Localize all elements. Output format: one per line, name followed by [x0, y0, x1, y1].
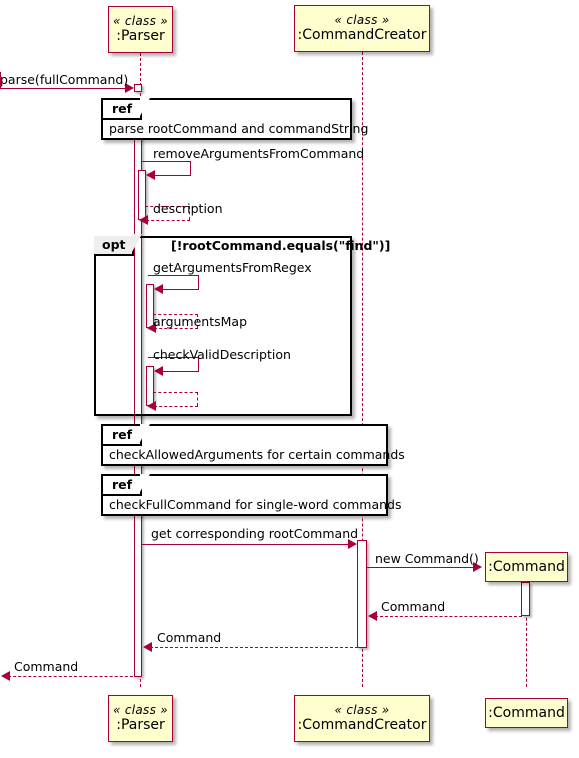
activation-parser-nested-remove: [138, 170, 146, 220]
participant-commandcreator-top[interactable]: « class » :CommandCreator: [294, 5, 430, 52]
activation-command: [521, 582, 530, 616]
message-label-command-return-creator: Command: [381, 599, 446, 614]
message-line-removearguments-back: [152, 175, 191, 176]
message-line-removearguments-out: [141, 161, 191, 162]
message-line-command-return-creator: [375, 616, 522, 617]
message-label-removearguments: removeArgumentsFromCommand: [153, 146, 365, 161]
message-arrowhead-checkvaliddesc-return: [147, 401, 156, 411]
participant-name: :Command: [488, 704, 565, 721]
fragment-opt-condition: [!rootCommand.equals("find")]: [171, 238, 391, 253]
message-line-checkvaliddesc-back: [160, 371, 199, 372]
message-label-description: description: [153, 201, 223, 216]
message-label-command-return-parser: Command: [157, 630, 222, 645]
message-label-new-command: new Command(): [375, 551, 479, 566]
participant-name: :Parser: [116, 28, 165, 45]
message-line-checkvaliddesc-return-back: [154, 406, 198, 407]
ref-body-text: parse rootCommand and commandString: [109, 121, 369, 136]
message-line-get-rootcommand: [142, 544, 349, 545]
fragment-opt-tab-label: opt: [94, 234, 141, 256]
message-arrowhead-getargsregex: [154, 284, 163, 294]
participant-stereotype: « class »: [334, 702, 390, 717]
participant-parser-top[interactable]: « class » :Parser: [108, 6, 173, 53]
message-label-parse-fullcommand: parse(fullCommand): [0, 72, 129, 87]
message-line-command-return-parser: [150, 647, 358, 648]
ref-tab-label: ref: [103, 98, 151, 120]
ref-tab-label: ref: [103, 474, 151, 496]
message-label-checkvaliddesc: checkValidDescription: [153, 347, 291, 362]
message-line-checkvaliddesc-return-down: [197, 392, 198, 406]
message-line-command-return-boundary: [8, 676, 138, 677]
participant-name: :Command: [488, 558, 565, 575]
message-line-removearguments-down: [190, 161, 191, 175]
participant-stereotype: « class »: [334, 12, 390, 27]
message-label-get-rootcommand: get corresponding rootCommand: [151, 526, 359, 541]
message-line-getargsregex-back: [160, 289, 199, 290]
message-arrowhead-command-return-boundary: [1, 671, 10, 681]
participant-commandcreator-bottom[interactable]: « class » :CommandCreator: [294, 695, 430, 742]
message-line-new-command: [367, 567, 474, 568]
participant-parser-bottom[interactable]: « class » :Parser: [108, 695, 173, 742]
sequence-diagram-canvas: « class » :Parser « class » :CommandCrea…: [0, 0, 579, 758]
participant-name: :CommandCreator: [297, 27, 427, 44]
ref-body-text: checkAllowedArguments for certain comman…: [109, 447, 405, 462]
message-label-argumentsmap: argumentsMap: [153, 314, 248, 329]
participant-name: :CommandCreator: [297, 717, 427, 734]
ref-tab-label: ref: [103, 424, 151, 446]
participant-command-bottom[interactable]: :Command: [485, 698, 568, 728]
activation-parser-main: [134, 84, 142, 92]
message-arrowhead-command-return-parser: [143, 642, 152, 652]
participant-command-created[interactable]: :Command: [485, 552, 568, 582]
ref-body-text: checkFullCommand for single-word command…: [109, 497, 402, 512]
message-line-description-back: [146, 220, 190, 221]
ref-block-parse-rootcommand[interactable]: ref parse rootCommand and commandString: [101, 98, 368, 140]
message-line-getargsregex-out: [148, 275, 199, 276]
message-arrowhead-description: [139, 215, 148, 225]
ref-block-checkfullcommand[interactable]: ref checkFullCommand for single-word com…: [101, 474, 401, 516]
message-line-checkvaliddesc-return-out: [153, 392, 198, 393]
activation-commandcreator: [357, 540, 367, 648]
message-line-getargsregex-down: [198, 275, 199, 289]
participant-stereotype: « class »: [113, 702, 168, 717]
ref-block-checkallowedarguments[interactable]: ref checkAllowedArguments for certain co…: [101, 424, 405, 466]
message-label-command-return-boundary: Command: [14, 659, 79, 674]
participant-name: :Parser: [116, 717, 165, 734]
message-arrowhead-checkvaliddesc: [154, 366, 163, 376]
found-message-origin: [0, 72, 1, 89]
message-label-getargsregex: getArgumentsFromRegex: [153, 260, 312, 275]
message-line-parse-fullcommand: [0, 88, 126, 89]
participant-stereotype: « class »: [113, 13, 168, 28]
message-arrowhead-command-return-creator: [368, 611, 377, 621]
message-arrowhead-removearguments: [146, 170, 155, 180]
